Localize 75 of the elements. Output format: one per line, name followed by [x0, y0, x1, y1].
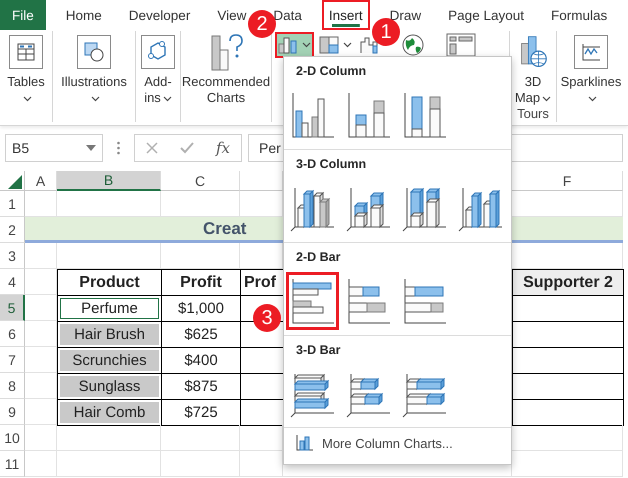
hierarchy-chart-icon	[319, 36, 339, 54]
sheet-title: Creat	[203, 218, 246, 238]
column-header[interactable]: C	[161, 171, 240, 191]
sheet-cell[interactable]	[25, 451, 57, 477]
check-icon[interactable]	[180, 142, 194, 154]
shapes-icon	[77, 35, 111, 69]
table-cell[interactable]	[512, 399, 624, 426]
name-box[interactable]: B5	[5, 134, 103, 162]
group-label: Tours	[517, 106, 549, 123]
clustered-bar-icon	[290, 276, 336, 325]
row-header[interactable]: 8	[0, 373, 25, 399]
table-cell[interactable]: Hair Comb	[57, 399, 162, 426]
chart-type-option[interactable]	[286, 272, 339, 330]
chart-ribbon-button[interactable]	[275, 32, 314, 58]
insert-function-button[interactable]: fx	[216, 139, 230, 157]
stacked-bar-icon	[346, 276, 392, 325]
column-chart-icon	[296, 435, 314, 452]
sheet-cell[interactable]	[57, 451, 161, 477]
ribbon-button[interactable]: Tables	[3, 32, 49, 106]
row-header[interactable]: 1	[0, 191, 25, 217]
sparkline-icon	[574, 35, 608, 69]
column-header[interactable]: B	[57, 171, 161, 191]
sheet-cell[interactable]	[161, 425, 240, 451]
row-header[interactable]: 4	[0, 269, 25, 295]
section-heading: 3-D Bar	[295, 342, 340, 359]
section-heading: 3-D Column	[295, 156, 366, 173]
table-cell[interactable]: Scrunchies	[57, 347, 162, 374]
row-header[interactable]: 11	[0, 451, 25, 477]
dropdown-icon	[86, 145, 96, 151]
step-badge: 3	[253, 304, 281, 332]
waterfall-chart-icon	[360, 36, 380, 54]
ribbon-button[interactable]: Illustrations	[56, 32, 132, 106]
more-charts-item[interactable]: More Column Charts...	[284, 428, 465, 458]
column-header[interactable]: A	[25, 171, 57, 191]
ribbon-tab[interactable]: Home	[64, 0, 103, 30]
ribbon-tab[interactable]: View	[216, 0, 248, 30]
ribbon-tab[interactable]: Developer	[128, 0, 192, 30]
ribbon-button[interactable]: Sparklines	[560, 32, 622, 106]
row-header[interactable]: 5	[0, 295, 25, 321]
clustered-column-icon	[290, 91, 336, 139]
column-header[interactable]: F	[512, 171, 623, 191]
drag-handle-icon[interactable]	[117, 141, 120, 155]
sheet-cell[interactable]	[57, 425, 161, 451]
row-header[interactable]: 6	[0, 321, 25, 347]
row-header[interactable]: 2	[0, 217, 25, 243]
row-header[interactable]: 7	[0, 347, 25, 373]
addins-icon	[141, 35, 175, 69]
section-heading: 2-D Bar	[295, 250, 340, 266]
table-header: Supporter 2	[512, 269, 624, 296]
sheet-cell[interactable]	[512, 451, 623, 477]
ribbon-tab[interactable]: Insert	[322, 0, 370, 30]
ribbon-button[interactable]: 3D Map	[513, 32, 553, 106]
ribbon-button[interactable]: Add-ins	[139, 32, 177, 106]
column-chart-icon	[278, 36, 298, 54]
table-cell[interactable]: Hair Brush	[57, 321, 162, 348]
table-cell[interactable]: Perfume	[57, 295, 162, 322]
row-header[interactable]: 3	[0, 243, 25, 269]
stacked-column-icon	[402, 91, 448, 139]
stacked-bar-icon	[402, 276, 448, 325]
file-tab[interactable]: File	[0, 0, 46, 30]
ribbon-tab[interactable]: Formulas	[550, 0, 608, 30]
table-icon	[9, 35, 43, 69]
sheet-cell[interactable]	[161, 451, 240, 477]
sheet-cell[interactable]	[161, 243, 240, 269]
sheet-cell[interactable]	[57, 243, 161, 269]
section-heading: 2-D Column	[295, 64, 366, 80]
sheet-cell[interactable]	[25, 425, 57, 451]
select-all-icon[interactable]	[8, 174, 22, 188]
table-cell[interactable]: Sunglass	[57, 373, 162, 400]
row-header[interactable]: 10	[0, 425, 25, 451]
sheet-cell[interactable]	[25, 269, 57, 295]
sheet-cell[interactable]	[25, 243, 57, 269]
ribbon-tab[interactable]: Page Layout	[447, 0, 525, 30]
row-header[interactable]: 9	[0, 399, 25, 425]
stacked-column-icon	[346, 91, 392, 139]
